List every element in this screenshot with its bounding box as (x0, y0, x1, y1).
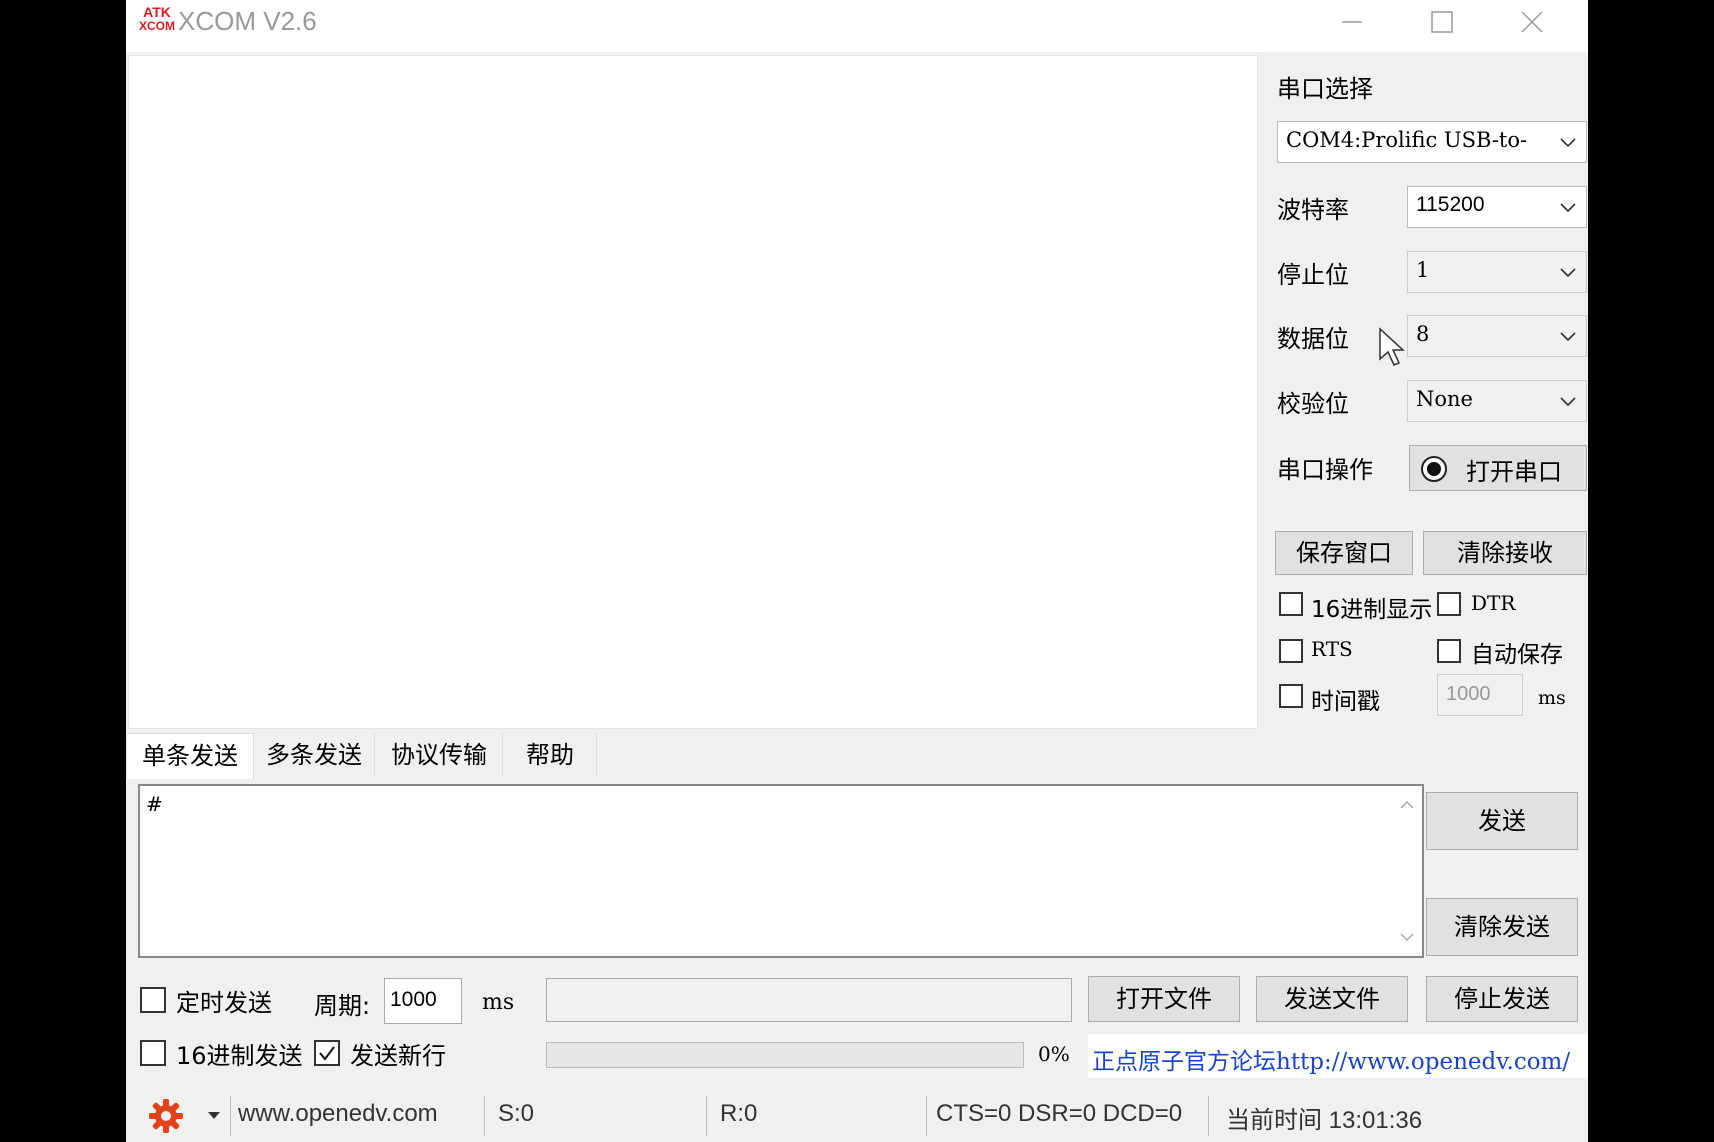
hex-send-label: 16进制发送 (176, 1042, 303, 1070)
data-bits-select[interactable]: 8 (1407, 315, 1587, 357)
port-select-label: 串口选择 (1277, 75, 1373, 103)
status-sent-count: S:0 (498, 1100, 535, 1127)
period-unit: ms (482, 990, 515, 1015)
logo-text-bottom: XCOM (139, 19, 175, 33)
status-divider (926, 1096, 927, 1136)
scroll-up-icon[interactable] (1400, 800, 1414, 810)
parity-select[interactable]: None (1407, 380, 1587, 422)
stop-bits-select[interactable]: 1 (1407, 251, 1587, 293)
progress-percent: 0% (1038, 1042, 1070, 1066)
period-label: 周期: (314, 992, 371, 1020)
send-scrollbar[interactable] (1392, 786, 1422, 956)
app-logo: ATK XCOM (139, 5, 175, 37)
tab-multi-send[interactable]: 多条发送 (254, 733, 375, 777)
send-newline-checkbox[interactable] (314, 1040, 340, 1066)
clear-send-button[interactable]: 清除发送 (1426, 898, 1578, 956)
open-port-button[interactable]: 打开串口 (1409, 445, 1587, 491)
send-button[interactable]: 发送 (1426, 792, 1578, 850)
chevron-down-icon (1560, 332, 1576, 342)
status-divider (230, 1096, 231, 1136)
port-select[interactable]: COM4:Prolific USB-to- (1277, 121, 1587, 163)
timestamp-interval-input[interactable]: 1000 (1437, 674, 1523, 716)
maximize-icon (1431, 11, 1453, 33)
chevron-down-icon (1560, 397, 1576, 407)
checkmark-icon (319, 1046, 335, 1061)
open-file-button[interactable]: 打开文件 (1088, 976, 1240, 1022)
chevron-down-icon (1560, 138, 1576, 148)
close-button[interactable] (1500, 0, 1564, 44)
forum-link-box: 正点原子官方论坛http://www.openedv.com/ (1088, 1034, 1588, 1078)
tab-help[interactable]: 帮助 (504, 733, 597, 777)
baud-label: 波特率 (1277, 196, 1349, 224)
chevron-down-icon (1560, 268, 1576, 278)
clear-receive-button[interactable]: 清除接收 (1423, 531, 1587, 575)
scroll-down-icon[interactable] (1400, 932, 1414, 942)
xcom-window: ATK XCOM XCOM V2.6 串口选择 COM4:Prolific US… (126, 0, 1588, 1142)
period-value: 1000 (390, 988, 437, 1011)
stop-bits-value: 1 (1416, 258, 1430, 282)
timed-send-label: 定时发送 (176, 989, 272, 1017)
file-path-input[interactable] (546, 978, 1072, 1022)
forum-link[interactable]: 正点原子官方论坛http://www.openedv.com/ (1092, 1042, 1570, 1076)
mouse-cursor-icon (1379, 327, 1405, 366)
timed-send-checkbox[interactable] (140, 987, 166, 1013)
port-status-indicator-icon (1421, 456, 1447, 482)
parity-label: 校验位 (1277, 390, 1349, 418)
tab-single-send[interactable]: 单条发送 (126, 733, 254, 779)
baud-value: 115200 (1416, 193, 1485, 216)
status-url[interactable]: www.openedv.com (238, 1100, 438, 1128)
status-line-signals: CTS=0 DSR=0 DCD=0 (936, 1100, 1183, 1127)
port-select-value: COM4:Prolific USB-to- (1286, 128, 1528, 152)
send-text: # (146, 792, 163, 816)
baud-select[interactable]: 115200 (1407, 186, 1587, 228)
send-file-button[interactable]: 发送文件 (1256, 976, 1408, 1022)
minimize-button[interactable] (1320, 0, 1384, 44)
status-recv-count: R:0 (720, 1100, 758, 1127)
send-textarea[interactable]: # (138, 784, 1424, 958)
status-divider (484, 1096, 485, 1136)
stop-bits-label: 停止位 (1277, 261, 1349, 289)
send-progress-bar (546, 1042, 1024, 1068)
timestamp-interval-value: 1000 (1446, 683, 1491, 705)
status-divider (706, 1096, 707, 1136)
dropdown-arrow-icon[interactable] (208, 1112, 220, 1120)
open-port-label: 打开串口 (1466, 458, 1562, 486)
dtr-label: DTR (1471, 591, 1516, 615)
dtr-checkbox[interactable] (1437, 592, 1461, 616)
data-bits-label: 数据位 (1277, 325, 1349, 353)
period-input[interactable]: 1000 (384, 978, 462, 1024)
parity-value: None (1416, 387, 1473, 411)
maximize-button[interactable] (1410, 0, 1474, 44)
window-title: XCOM V2.6 (178, 6, 317, 36)
send-newline-label: 发送新行 (350, 1042, 446, 1070)
logo-text-top: ATK (143, 4, 171, 20)
timestamp-unit: ms (1538, 687, 1566, 709)
rts-label: RTS (1311, 637, 1353, 661)
gear-icon[interactable] (148, 1098, 184, 1134)
status-current-time: 当前时间 13:01:36 (1226, 1107, 1423, 1134)
title-bar: ATK XCOM XCOM V2.6 (126, 0, 1588, 52)
status-divider (1208, 1096, 1209, 1136)
receive-textarea[interactable] (128, 55, 1258, 729)
data-bits-value: 8 (1416, 322, 1430, 346)
save-window-button[interactable]: 保存窗口 (1275, 531, 1413, 575)
hex-send-checkbox[interactable] (140, 1040, 166, 1066)
hex-display-checkbox[interactable] (1279, 592, 1303, 616)
port-op-label: 串口操作 (1277, 456, 1373, 484)
tab-protocol[interactable]: 协议传输 (376, 733, 503, 777)
rts-checkbox[interactable] (1279, 639, 1303, 663)
stop-send-button[interactable]: 停止发送 (1426, 976, 1578, 1022)
hex-display-label: 16进制显示 (1311, 597, 1433, 623)
timestamp-label: 时间戳 (1311, 689, 1380, 715)
settings-panel: 串口选择 COM4:Prolific USB-to- 波特率 115200 停止… (1274, 55, 1588, 755)
close-icon (1521, 11, 1543, 33)
auto-save-checkbox[interactable] (1437, 639, 1461, 663)
minimize-icon (1342, 21, 1362, 23)
timestamp-checkbox[interactable] (1279, 684, 1303, 708)
auto-save-label: 自动保存 (1471, 642, 1563, 668)
chevron-down-icon (1560, 203, 1576, 213)
